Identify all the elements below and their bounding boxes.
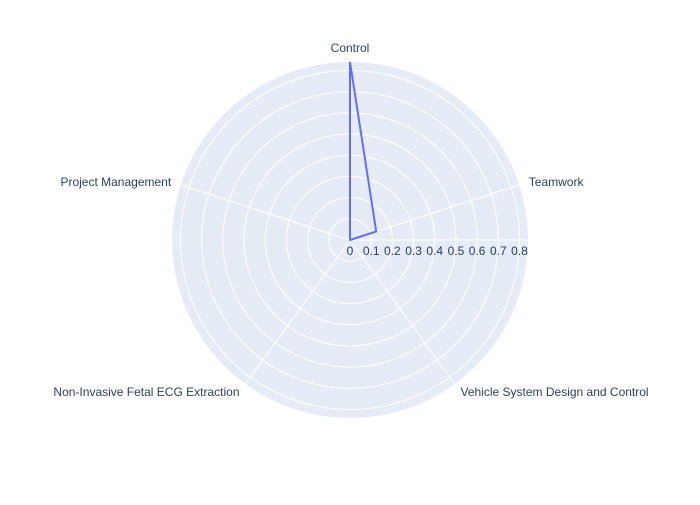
radial-tick-label: 0.6 bbox=[469, 244, 486, 258]
radial-tick-label: 0.7 bbox=[490, 244, 507, 258]
axis-label: Non-Invasive Fetal ECG Extraction bbox=[53, 385, 239, 399]
axis-label: Vehicle System Design and Control bbox=[461, 385, 649, 399]
axis-label: Project Management bbox=[60, 175, 171, 189]
axis-label: Control bbox=[331, 41, 370, 55]
radial-tick-label: 0.4 bbox=[426, 244, 443, 258]
radar-chart: 0 0.1 0.2 0.3 0.4 0.5 0.6 0.7 0.8 Control Teamwor… bbox=[0, 0, 700, 500]
radial-tick-label: 0.3 bbox=[405, 244, 422, 258]
axis-label: Teamwork bbox=[529, 175, 585, 189]
radial-tick-label: 0.1 bbox=[363, 244, 380, 258]
radial-tick-label: 0.2 bbox=[384, 244, 401, 258]
radial-tick-labels: 0 0.1 0.2 0.3 0.4 0.5 0.6 0.7 0.8 bbox=[347, 244, 529, 258]
radial-tick-label: 0.5 bbox=[448, 244, 465, 258]
radial-tick-label: 0 bbox=[347, 244, 354, 258]
radar-chart-svg: 0 0.1 0.2 0.3 0.4 0.5 0.6 0.7 0.8 Control Teamwor… bbox=[53, 41, 649, 418]
radial-tick-label: 0.8 bbox=[511, 244, 528, 258]
